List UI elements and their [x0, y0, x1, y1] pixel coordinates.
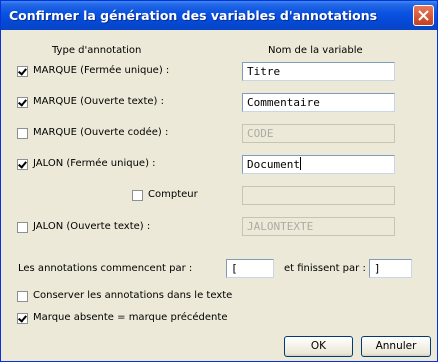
- field-jalon-ouverte-texte[interactable]: JALONTEXTE: [242, 217, 395, 236]
- close-icon: [418, 10, 429, 21]
- checkbox-marque-fermee-unique[interactable]: [17, 66, 28, 77]
- dialog-window: Confirmer la génération des variables d'…: [0, 0, 438, 362]
- label-marque-fermee-unique: MARQUE (Fermée unique) :: [33, 65, 170, 76]
- label-conserver-annotations: Conserver les annotations dans le texte: [33, 290, 233, 301]
- field-compteur[interactable]: [242, 186, 395, 205]
- field-jalon-fermee-unique-text: Document: [247, 158, 300, 171]
- window-title: Confirmer la génération des variables d'…: [9, 8, 378, 23]
- start-delimiter-input[interactable]: [: [226, 259, 274, 278]
- field-marque-ouverte-texte[interactable]: Commentaire: [242, 93, 395, 112]
- ok-button[interactable]: OK: [284, 336, 353, 357]
- label-marque-ouverte-codee: MARQUE (Ouverte codée) :: [33, 127, 169, 138]
- end-delimiter-label: et finissent par :: [284, 263, 366, 274]
- label-marque-ouverte-texte: MARQUE (Ouverte texte) :: [33, 96, 164, 107]
- checkbox-marque-absente[interactable]: [17, 313, 28, 324]
- label-jalon-ouverte-texte: JALON (Ouverte texte) :: [33, 221, 151, 232]
- checkbox-compteur[interactable]: [132, 190, 143, 201]
- close-button[interactable]: [413, 5, 434, 26]
- label-compteur: Compteur: [148, 189, 198, 200]
- cancel-button[interactable]: Annuler: [361, 336, 431, 357]
- checkbox-jalon-fermee-unique[interactable]: [17, 159, 28, 170]
- field-marque-ouverte-codee[interactable]: CODE: [242, 124, 395, 143]
- checkbox-marque-ouverte-texte[interactable]: [17, 97, 28, 108]
- type-column-header: Type d'annotation: [52, 45, 142, 56]
- name-column-header: Nom de la variable: [268, 45, 363, 56]
- label-jalon-fermee-unique: JALON (Fermée unique) :: [33, 158, 156, 169]
- checkbox-jalon-ouverte-texte[interactable]: [17, 222, 28, 233]
- checkbox-conserver-annotations[interactable]: [17, 291, 28, 302]
- label-marque-absente: Marque absente = marque précédente: [33, 312, 228, 323]
- checkbox-marque-ouverte-codee[interactable]: [17, 128, 28, 139]
- field-marque-fermee-unique[interactable]: Titre: [242, 62, 395, 81]
- title-bar[interactable]: Confirmer la génération des variables d'…: [1, 1, 437, 30]
- field-jalon-fermee-unique[interactable]: Document: [242, 155, 395, 174]
- text-caret: [299, 157, 301, 170]
- end-delimiter-input[interactable]: ]: [369, 259, 412, 278]
- start-delimiter-label: Les annotations commencent par :: [18, 263, 193, 274]
